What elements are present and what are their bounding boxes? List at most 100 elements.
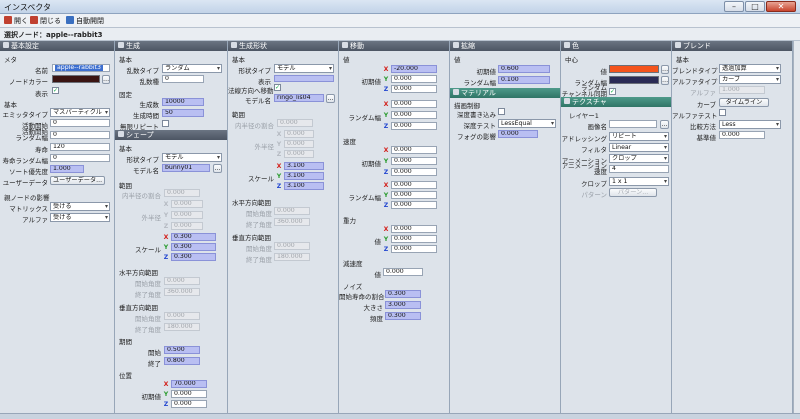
panel-header-scale[interactable]: 拡縮 <box>450 41 560 51</box>
h-start-field[interactable]: 0.000 <box>274 207 310 215</box>
h-end-field[interactable]: 360.000 <box>274 218 310 226</box>
scale-z-field[interactable]: 0.300 <box>171 253 216 261</box>
image-name-field[interactable] <box>609 120 657 128</box>
noise-freq-field[interactable]: 0.300 <box>385 312 421 320</box>
color-value-swatch[interactable] <box>609 65 659 73</box>
open-button[interactable]: 開く <box>4 16 28 26</box>
name-field[interactable]: apple--rabbit3 <box>52 64 110 72</box>
timeline-button[interactable]: タイムライン <box>719 98 769 107</box>
emitter-type-select[interactable]: マスパーティクル <box>50 108 110 117</box>
gen-time-field[interactable]: 50 <box>162 109 204 117</box>
scale-x-field[interactable]: 0.300 <box>171 233 216 241</box>
panel-header-material[interactable]: マテリアル <box>450 88 560 98</box>
panel-header-emit-shape[interactable]: 生成形状 <box>228 41 338 51</box>
color-rand-swatch[interactable] <box>609 76 659 84</box>
addressing-select[interactable]: リピート <box>609 132 669 141</box>
color-value-picker-button[interactable]: … <box>661 65 669 74</box>
shape-type-select[interactable]: モデル <box>274 64 334 73</box>
minimize-button[interactable]: – <box>724 1 744 12</box>
init-z-field[interactable]: 0.000 <box>391 85 437 93</box>
v-end-field[interactable]: 180.000 <box>164 323 200 331</box>
init-x-field[interactable]: -20.000 <box>391 65 437 73</box>
vertical-scrollbar[interactable] <box>793 41 800 413</box>
depth-test-select[interactable]: LessEqual <box>498 119 556 128</box>
model-browse-button[interactable]: … <box>326 94 335 103</box>
panel-header-movement[interactable]: 移動 <box>339 41 449 51</box>
position-z-field[interactable]: 0.000 <box>171 400 207 408</box>
outer-z-field[interactable]: 0.000 <box>284 150 314 158</box>
speed-rand-x-field[interactable]: 0.000 <box>391 181 437 189</box>
scale-y-field[interactable]: 3.100 <box>284 172 324 180</box>
scale-rand-field[interactable]: 0.100 <box>498 76 550 84</box>
maximize-button[interactable]: □ <box>745 1 765 12</box>
model-name-field[interactable]: bunny01 <box>162 164 210 172</box>
compare-select[interactable]: Less <box>719 120 781 129</box>
outer-z-field[interactable]: 0.000 <box>171 222 203 230</box>
rand-x-field[interactable]: 0.000 <box>391 100 437 108</box>
crop-select[interactable]: 1 x 1 <box>609 177 669 186</box>
count-field[interactable]: 10000 <box>162 98 204 106</box>
normal-move-checkbox[interactable]: ✓ <box>274 84 281 91</box>
alpha-test-checkbox[interactable] <box>719 109 726 116</box>
filter-select[interactable]: Linear <box>609 143 669 152</box>
outer-y-field[interactable]: 0.000 <box>284 140 314 148</box>
random-type-select[interactable]: ランダム <box>162 64 222 73</box>
period-start-field[interactable]: 0.500 <box>164 346 200 354</box>
node-color-swatch[interactable] <box>52 75 100 83</box>
rand-z-field[interactable]: 0.000 <box>391 122 437 130</box>
life-field[interactable]: 120 <box>50 143 110 151</box>
gravity-y-field[interactable]: 0.000 <box>391 235 437 243</box>
infinite-repeat-checkbox[interactable] <box>162 120 169 127</box>
activity-start-field[interactable]: 0 <box>50 119 110 127</box>
speed-rand-z-field[interactable]: 0.000 <box>391 201 437 209</box>
alpha-select[interactable]: 受ける <box>50 213 110 222</box>
panel-header-generation[interactable]: 生成 <box>115 41 227 51</box>
close-button[interactable]: 閉じる <box>30 16 61 26</box>
panel-header-texture[interactable]: テクスチャ <box>561 97 671 107</box>
shape-type-select[interactable]: モデル <box>162 153 222 162</box>
panel-header-basic[interactable]: 基本設定 <box>0 41 114 51</box>
scale-y-field[interactable]: 0.300 <box>171 243 216 251</box>
panel-header-blend[interactable]: ブレンド <box>672 41 792 51</box>
color-rand-picker-button[interactable]: … <box>661 76 669 85</box>
depth-write-checkbox[interactable] <box>498 108 505 115</box>
alpha-field[interactable]: 1.000 <box>719 86 765 94</box>
auto-open-button[interactable]: 自動開閉 <box>66 16 104 26</box>
gravity-x-field[interactable]: 0.000 <box>391 225 437 233</box>
close-window-button[interactable]: ✕ <box>766 1 796 12</box>
init-y-field[interactable]: 0.000 <box>391 75 437 83</box>
outer-x-field[interactable]: 0.000 <box>171 200 203 208</box>
blend-type-select[interactable]: 透過加算 <box>719 64 781 73</box>
inner-radius-field[interactable]: 0.000 <box>164 189 200 197</box>
scale-z-field[interactable]: 3.100 <box>284 182 324 190</box>
pattern-button[interactable]: パターン... <box>609 188 657 197</box>
show-color-bar[interactable] <box>274 75 334 82</box>
reference-field[interactable]: 0.000 <box>719 131 765 139</box>
outer-x-field[interactable]: 0.000 <box>284 130 314 138</box>
speed-init-z-field[interactable]: 0.000 <box>391 168 437 176</box>
alpha-type-select[interactable]: カーブ <box>719 75 781 84</box>
h-end-field[interactable]: 360.000 <box>164 288 200 296</box>
gravity-z-field[interactable]: 0.000 <box>391 245 437 253</box>
v-start-field[interactable]: 0.000 <box>164 312 200 320</box>
position-y-field[interactable]: 0.000 <box>171 390 207 398</box>
anim-speed-field[interactable]: 4 <box>609 165 669 173</box>
user-data-button[interactable]: ユーザーデータ... <box>50 176 105 185</box>
model-name-field[interactable]: ringo_lis04 <box>274 94 324 102</box>
panel-header-shape[interactable]: シェープ <box>115 130 227 140</box>
v-start-field[interactable]: 0.000 <box>274 242 310 250</box>
position-x-field[interactable]: 70.000 <box>171 380 207 388</box>
channel-sync-checkbox[interactable]: ✓ <box>609 88 616 95</box>
fog-field[interactable]: 0.000 <box>498 130 538 138</box>
speed-init-x-field[interactable]: 0.000 <box>391 146 437 154</box>
noise-size-field[interactable]: 3.000 <box>385 301 421 309</box>
image-browse-button[interactable]: … <box>660 120 669 129</box>
activity-rand-field[interactable]: 0 <box>50 131 110 139</box>
h-start-field[interactable]: 0.000 <box>164 277 200 285</box>
panel-header-color[interactable]: 色 <box>561 41 671 51</box>
speed-init-y-field[interactable]: 0.000 <box>391 157 437 165</box>
show-checkbox[interactable]: ✓ <box>52 87 59 94</box>
scale-init-field[interactable]: 0.600 <box>498 65 550 73</box>
seed-field[interactable]: 0 <box>162 75 204 83</box>
scale-x-field[interactable]: 3.100 <box>284 162 324 170</box>
